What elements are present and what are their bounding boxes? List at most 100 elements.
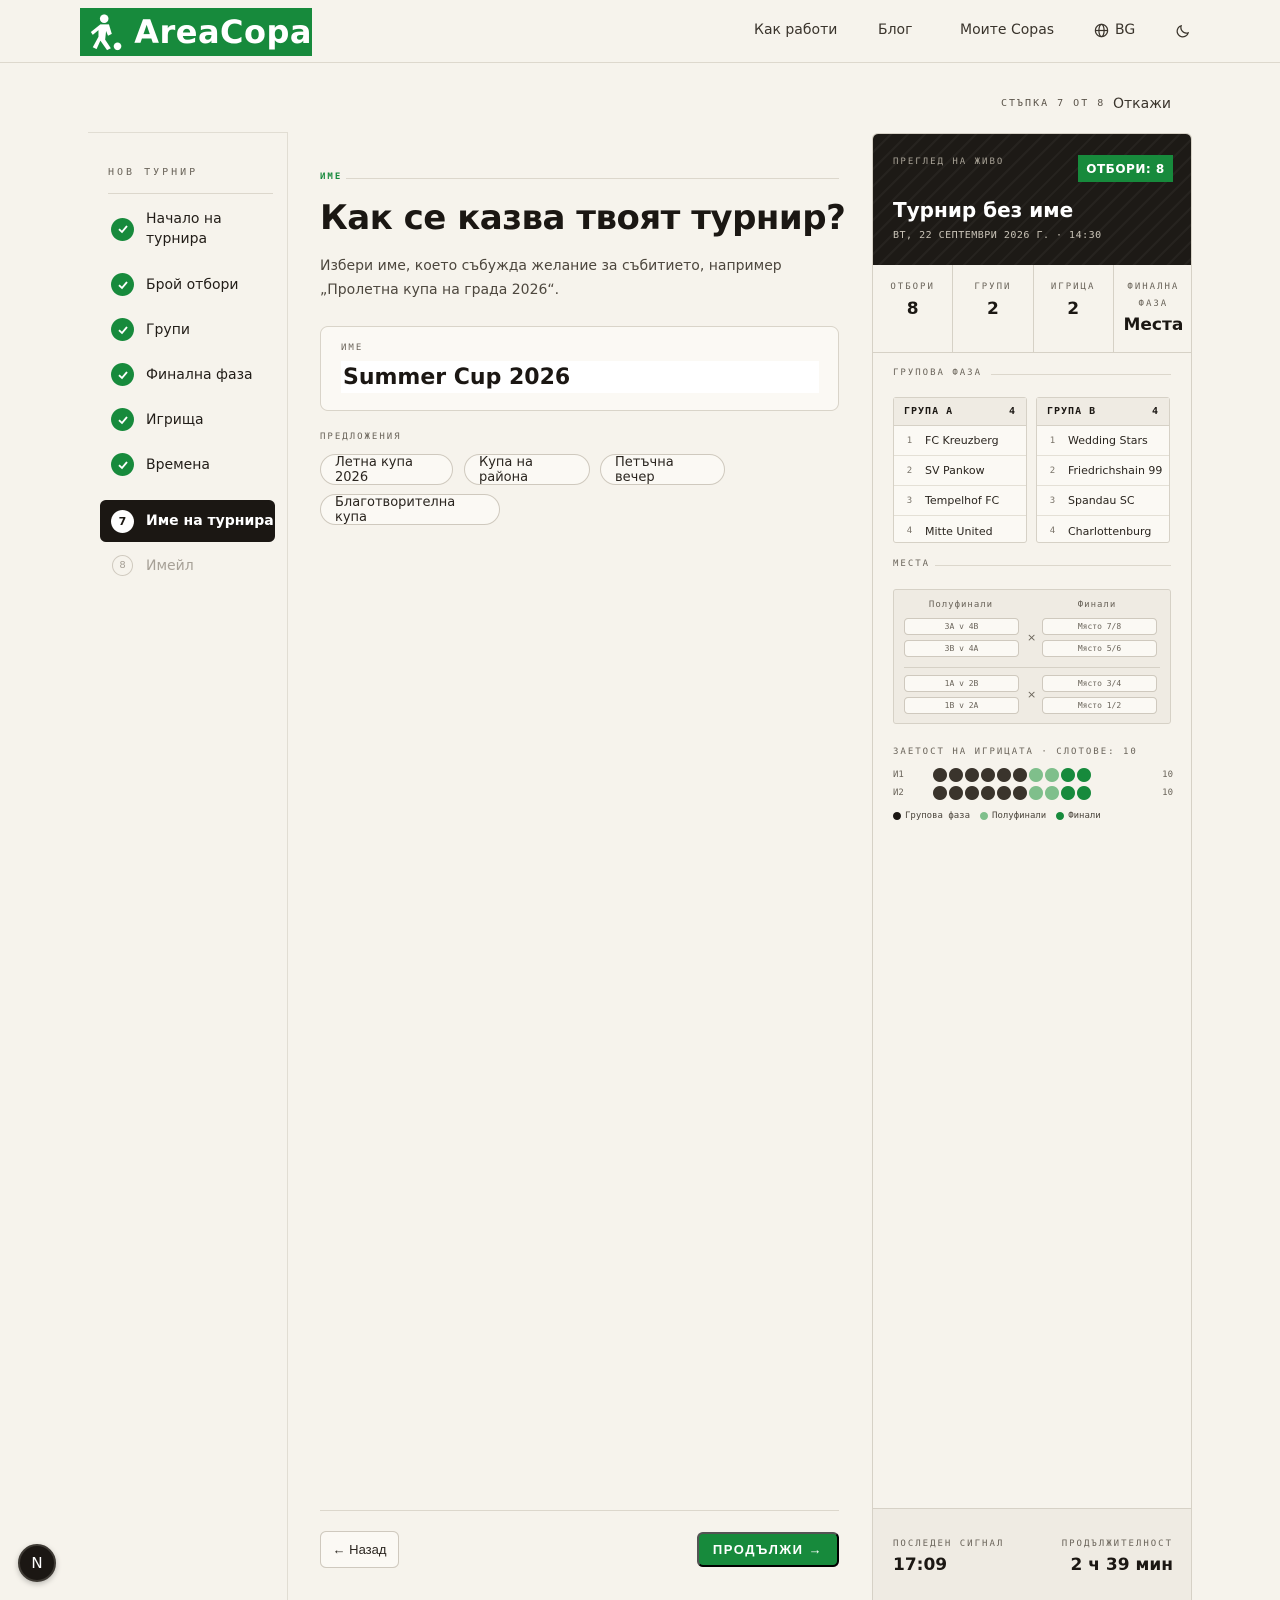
team-name: Mitte United — [925, 524, 993, 538]
step-pitches[interactable]: Игрища — [100, 408, 275, 431]
language-switcher[interactable]: BG — [1094, 22, 1135, 38]
stat-value: Места — [1123, 315, 1184, 335]
stat-groups: ГРУПИ 2 — [953, 265, 1034, 352]
bracket-place: Място 1/2 — [1042, 697, 1157, 714]
live-preview-panel: ПРЕГЛЕД НА ЖИВО ОТБОРИ: 8 Турнир без име… — [872, 133, 1192, 1600]
group-stage-label: ГРУПОВА ФАЗА — [893, 368, 983, 378]
step-start[interactable]: Начало на турнира — [100, 209, 275, 249]
bracket-place: Място 7/8 — [1042, 618, 1157, 635]
suggestion-chip[interactable]: Благотворителна купа — [320, 494, 500, 525]
duration-label: ПРОДЪЛЖИТЕЛНОСТ — [1061, 1539, 1173, 1549]
section-eyebrow: ИМЕ — [320, 172, 343, 182]
group-count: 4 — [1151, 406, 1159, 417]
slot-dot — [1029, 786, 1043, 800]
suggestion-chip[interactable]: Петъчна вечер — [600, 454, 725, 485]
team-row: 1 FC Kreuzberg — [894, 426, 1026, 456]
legend-item-group: Групова фаза — [893, 811, 970, 821]
dev-tools-badge[interactable]: N — [18, 1544, 56, 1582]
bracket-match: 3В v 4А — [904, 640, 1019, 657]
step-label: Брой отбори — [146, 276, 239, 293]
group-name: ГРУПА В — [1047, 406, 1097, 417]
slot-dot — [1077, 786, 1091, 800]
check-icon — [111, 318, 134, 341]
legend-text: Финали — [1068, 811, 1101, 821]
usage-legend: Групова фаза Полуфинали Финали — [893, 811, 1101, 821]
section-divider — [935, 565, 1171, 566]
page-title: Как се казва твоят турнир? — [320, 198, 846, 238]
team-row: 3 Spandau SC — [1037, 486, 1169, 516]
pitch-label: И1 — [893, 770, 904, 780]
stat-pitches: ИГРИЦА 2 — [1034, 265, 1114, 352]
team-row: 1 Wedding Stars — [1037, 426, 1169, 456]
team-name: Wedding Stars — [1068, 434, 1148, 447]
team-name: Spandau SC — [1068, 494, 1135, 507]
sidebar-title: НОВ ТУРНИР — [108, 167, 199, 178]
bracket-match: 1А v 2В — [904, 675, 1019, 692]
back-button[interactable]: ← Назад — [320, 1531, 399, 1568]
page-description: Избери име, което събужда желание за съб… — [320, 258, 782, 298]
team-name: Charlottenburg — [1068, 524, 1152, 538]
step-final-phase[interactable]: Финална фаза — [100, 363, 275, 386]
preview-tournament-title: Турнир без име — [893, 198, 1074, 222]
step-groups[interactable]: Групи — [100, 318, 275, 341]
slot-dots — [933, 768, 1091, 782]
team-name: FC Kreuzberg — [925, 434, 999, 447]
team-row: 4 Mitte United — [894, 516, 1026, 546]
versus-icon: × — [1027, 688, 1037, 701]
nav-blog[interactable]: Блог — [878, 22, 912, 38]
slot-dot — [949, 768, 963, 782]
step-tournament-name[interactable]: 7 Име на турнира — [100, 500, 275, 542]
team-row: 2 SV Pankow — [894, 456, 1026, 486]
step-label: Групи — [146, 321, 190, 338]
last-signal-value: 17:09 — [893, 1555, 948, 1575]
step-label: Времена — [146, 456, 211, 473]
slot-dot — [949, 786, 963, 800]
places-bracket: Полуфинали Финали 3А v 4В 3В v 4А × Мяст… — [893, 589, 1171, 724]
slot-dot — [997, 768, 1011, 782]
step-times[interactable]: Времена — [100, 453, 275, 476]
legend-text: Полуфинали — [992, 811, 1047, 821]
nav-how-it-works[interactable]: Как работи — [754, 22, 837, 38]
preview-footer: ПОСЛЕДЕН СИГНАЛ 17:09 ПРОДЪЛЖИТЕЛНОСТ 2 … — [873, 1508, 1191, 1600]
group-card-b: ГРУПА В 4 1 Wedding Stars 2 Friedrichshain… — [1036, 397, 1170, 543]
step-number: 7 — [111, 509, 134, 533]
stat-value: 8 — [906, 299, 919, 319]
step-label: Игрища — [146, 411, 204, 428]
brand-name: AreaCopa — [134, 13, 312, 51]
continue-button[interactable]: ПРОДЪЛЖИ → — [697, 1532, 839, 1567]
site-header: AreaCopa Как работи Блог Моите Copas BG — [0, 0, 1280, 63]
eyebrow-divider — [346, 178, 839, 179]
step-number: 8 — [112, 555, 133, 576]
team-index: 4 — [906, 526, 913, 536]
suggestion-chip[interactable]: Купа на района — [464, 454, 590, 485]
legend-swatch — [1056, 812, 1065, 820]
legend-item-finals: Финали — [1056, 811, 1101, 821]
bracket-divider — [904, 667, 1160, 668]
slot-dot — [1013, 768, 1027, 782]
step-email[interactable]: 8 Имейл — [100, 555, 275, 576]
legend-swatch — [893, 812, 901, 820]
teams-count-badge: ОТБОРИ: 8 — [1078, 155, 1173, 182]
slot-dot — [981, 786, 995, 800]
step-label: Имейл — [146, 557, 194, 574]
slot-dots — [933, 786, 1091, 800]
step-team-count[interactable]: Брой отбори — [100, 273, 275, 296]
cancel-link[interactable]: Откажи — [1113, 96, 1171, 112]
section-divider — [991, 374, 1171, 375]
theme-toggle[interactable] — [1176, 23, 1191, 42]
team-row: 3 Tempelhof FC — [894, 486, 1026, 516]
step-counter: СТЪПКА 7 ОТ 8 — [1001, 98, 1106, 109]
nav-my-copas[interactable]: Моите Copas — [960, 22, 1054, 38]
sidebar-divider — [108, 193, 273, 194]
bracket-place: Място 3/4 — [1042, 675, 1157, 692]
bracket-match: 1В v 2А — [904, 697, 1019, 714]
tournament-name-input[interactable] — [341, 361, 819, 393]
suggestion-chip[interactable]: Летна купа 2026 — [320, 454, 453, 485]
pitch-usage-row: И2 10 — [893, 786, 1173, 802]
semifinals-heading: Полуфинали — [928, 600, 994, 610]
legend-item-semis: Полуфинали — [980, 811, 1046, 821]
brand-logo[interactable]: AreaCopa — [80, 8, 312, 56]
slot-dot — [981, 768, 995, 782]
group-name: ГРУПА А — [904, 406, 954, 417]
check-icon — [111, 453, 134, 476]
